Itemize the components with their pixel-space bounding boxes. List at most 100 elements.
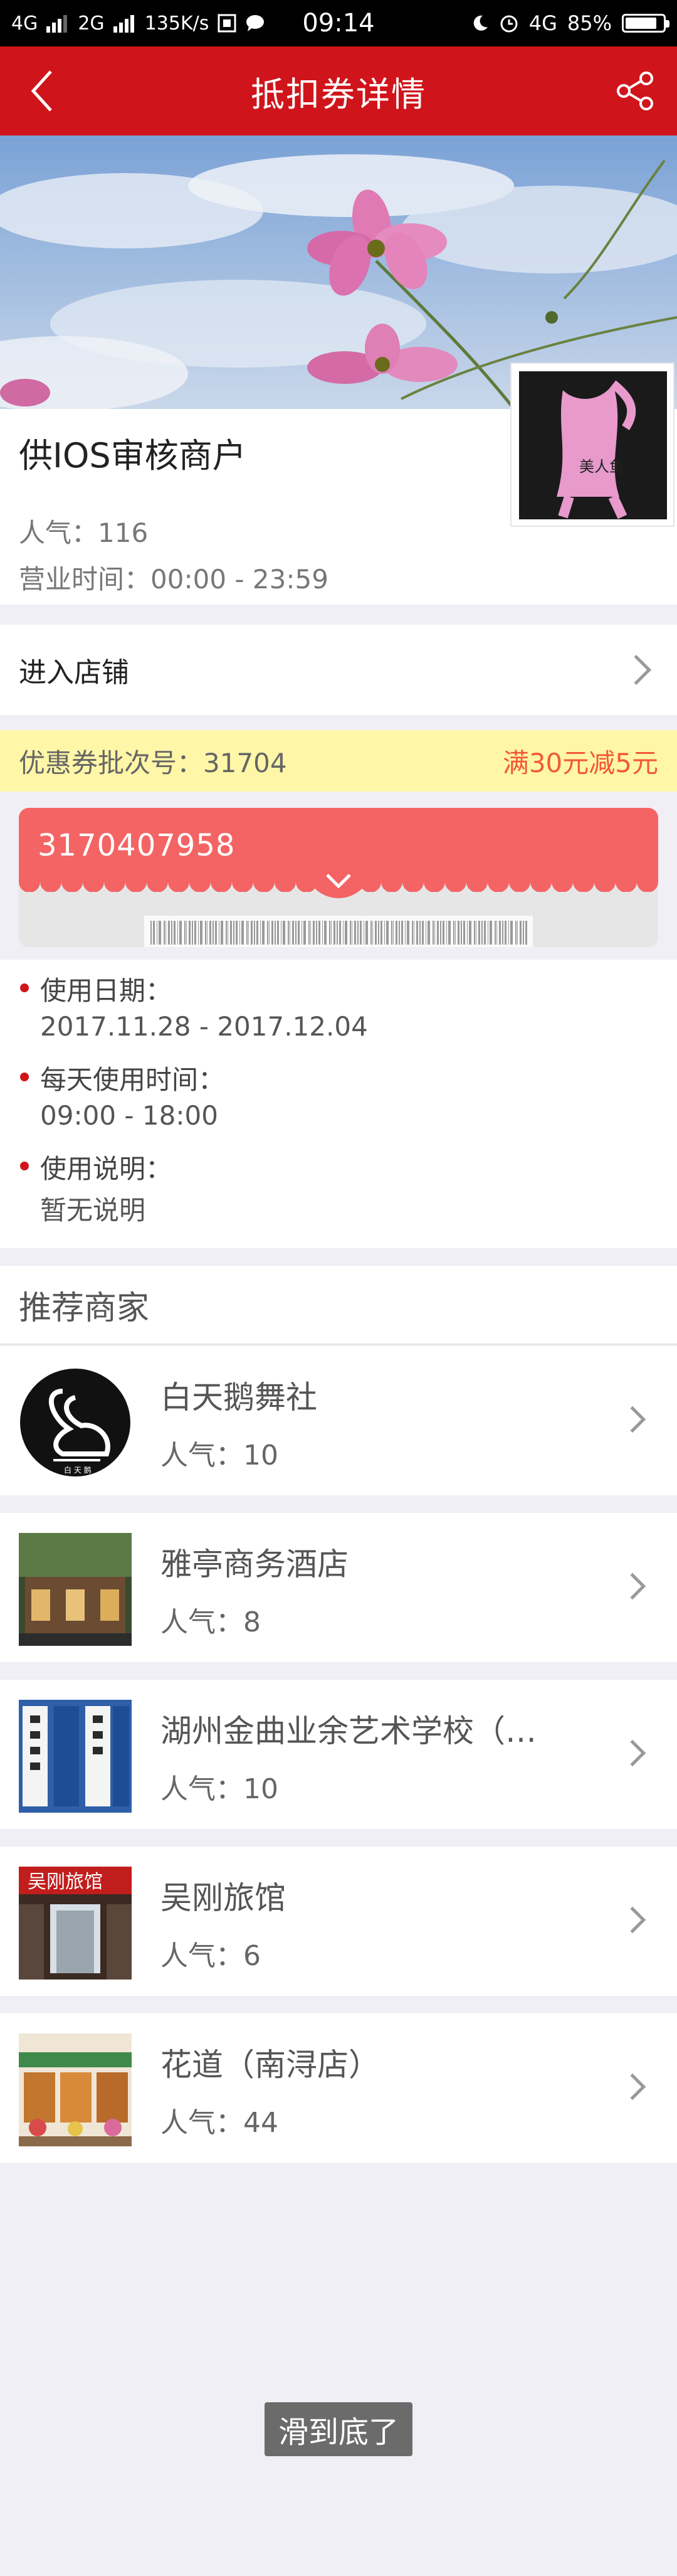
barcode-bar bbox=[329, 921, 330, 945]
network-speed: 135K/s bbox=[144, 12, 209, 34]
swan-logo-text: 白 天 鹅 bbox=[64, 1465, 92, 1475]
barcode-bar bbox=[458, 921, 459, 945]
status-left: 4G 2G 135K/s bbox=[11, 13, 275, 34]
barcode-bar bbox=[428, 921, 430, 945]
barcode-bar bbox=[303, 921, 306, 945]
usage-time-value: 09:00 - 18:00 bbox=[40, 1100, 218, 1131]
chevron-right-icon bbox=[621, 654, 652, 686]
barcode-icon bbox=[144, 916, 533, 947]
scallop-mark bbox=[61, 873, 83, 892]
barcode-bar bbox=[198, 921, 199, 945]
chevron-right-icon bbox=[619, 1739, 646, 1767]
hostel-photo: 吴刚旅馆 bbox=[19, 1867, 132, 1980]
barcode-bar bbox=[453, 921, 454, 945]
barcode-bar bbox=[474, 921, 475, 945]
merchant-thumbnail bbox=[19, 2033, 132, 2146]
hostel-sign-text: 吴刚旅馆 bbox=[28, 1871, 103, 1893]
barcode-bar bbox=[213, 921, 214, 945]
shop-popularity: 人气：116 bbox=[19, 517, 149, 548]
share-button[interactable] bbox=[607, 63, 663, 119]
barcode-bar bbox=[239, 921, 240, 945]
barcode-bar bbox=[283, 921, 285, 945]
merchant-popularity: 人气：6 bbox=[160, 1940, 261, 1972]
merchant-name: 雅亭商务酒店 bbox=[160, 1546, 349, 1582]
coupon-batch-number: 优惠券批次号：31704 bbox=[19, 747, 287, 778]
barcode-bar bbox=[517, 921, 518, 945]
barcode-bar bbox=[434, 921, 435, 945]
barcode-bar bbox=[502, 921, 503, 945]
back-button[interactable] bbox=[14, 63, 70, 119]
coupon-card-wrapper: 3170407958 bbox=[0, 792, 677, 960]
scallop-mark bbox=[275, 873, 296, 892]
barcode-bar bbox=[463, 921, 465, 945]
barcode-bar bbox=[505, 921, 506, 945]
barcode-bar bbox=[233, 921, 234, 945]
barcode-bar bbox=[184, 921, 186, 945]
scallop-mark bbox=[381, 873, 402, 892]
barcode-bar bbox=[262, 921, 265, 945]
barcode-bar bbox=[455, 921, 456, 945]
barcode-bar bbox=[192, 921, 193, 945]
usage-date-title: 使用日期： bbox=[40, 975, 172, 1006]
merchant-thumbnail: 吴刚旅馆 bbox=[19, 1867, 132, 1980]
barcode-bar bbox=[391, 921, 392, 945]
barcode-bar bbox=[405, 921, 406, 945]
barcode-bar bbox=[384, 921, 385, 945]
barcode-bar bbox=[495, 921, 496, 945]
merchant-popularity: 人气：44 bbox=[160, 2107, 278, 2139]
barcode-bar bbox=[386, 921, 389, 945]
barcode-bar bbox=[298, 921, 300, 945]
moon-icon bbox=[473, 15, 488, 31]
merchant-item[interactable]: 吴刚旅馆 吴刚旅馆 人气：6 bbox=[0, 1847, 677, 1996]
usage-info-section: 使用日期： 2017.11.28 - 2017.12.04 每天使用时间： 09… bbox=[0, 960, 677, 1248]
message-icon bbox=[246, 15, 265, 31]
barcode-bar bbox=[288, 921, 289, 945]
barcode-bar bbox=[484, 921, 486, 945]
barcode-bar bbox=[443, 921, 444, 945]
barcode-bar bbox=[260, 921, 261, 945]
bullet-dot-icon bbox=[20, 1073, 29, 1081]
barcode-bar bbox=[440, 921, 441, 945]
coupon-batch-bar: 优惠券批次号：31704 满30元减5元 bbox=[0, 730, 677, 792]
merchant-item[interactable]: 湖州金曲业余艺术学校（… 人气：10 bbox=[0, 1680, 677, 1829]
barcode-bar bbox=[251, 921, 253, 945]
barcode-bar bbox=[393, 921, 394, 945]
barcode-bar bbox=[378, 921, 379, 945]
merchant-thumbnail bbox=[19, 1533, 132, 1646]
barcode-bar bbox=[350, 921, 351, 945]
merchant-item[interactable]: 花道（南浔店） 人气：44 bbox=[0, 2013, 677, 2163]
shop-thumbnail[interactable]: 美人鱼 bbox=[510, 363, 674, 527]
battery-icon bbox=[622, 14, 669, 33]
status-right: 4G 85% bbox=[471, 11, 669, 35]
barcode-bar bbox=[308, 921, 310, 945]
barcode-bar bbox=[150, 921, 152, 945]
barcode-bar bbox=[469, 921, 471, 945]
barcode-bar bbox=[226, 921, 227, 945]
page-title: 抵扣券详情 bbox=[251, 74, 426, 114]
barcode-bar bbox=[292, 921, 294, 945]
scallop-mark bbox=[125, 873, 147, 892]
barcode-bar bbox=[508, 921, 509, 945]
barcode-bar bbox=[419, 921, 421, 945]
network-label-2: 2G bbox=[78, 12, 105, 34]
usage-time-title: 每天使用时间： bbox=[40, 1064, 225, 1095]
flower-shop-photo bbox=[19, 2033, 132, 2146]
barcode-bar bbox=[171, 921, 172, 945]
barcode-bar bbox=[357, 921, 359, 945]
barcode-bar bbox=[365, 921, 368, 945]
coupon-expand-button[interactable] bbox=[305, 863, 372, 898]
barcode-bar bbox=[236, 921, 238, 945]
enter-store-row[interactable]: 进入店铺 bbox=[0, 625, 677, 715]
merchant-item[interactable]: 雅亭商务酒店 人气：8 bbox=[0, 1513, 677, 1662]
merchant-item[interactable]: 白 天 鹅 白天鹅舞社 人气：10 bbox=[0, 1346, 677, 1495]
share-icon bbox=[617, 72, 653, 110]
shop-hours: 营业时间：00:00 - 23:59 bbox=[19, 564, 328, 595]
barcode-bar bbox=[360, 921, 362, 945]
barcode-bar bbox=[370, 921, 372, 945]
scallop-mark bbox=[573, 873, 594, 892]
bullet-dot-icon bbox=[20, 983, 29, 992]
barcode-bar bbox=[248, 921, 249, 945]
barcode-bar bbox=[345, 921, 347, 945]
chevron-right-icon bbox=[619, 1572, 646, 1600]
merchant-name: 白天鹅舞社 bbox=[160, 1379, 317, 1416]
